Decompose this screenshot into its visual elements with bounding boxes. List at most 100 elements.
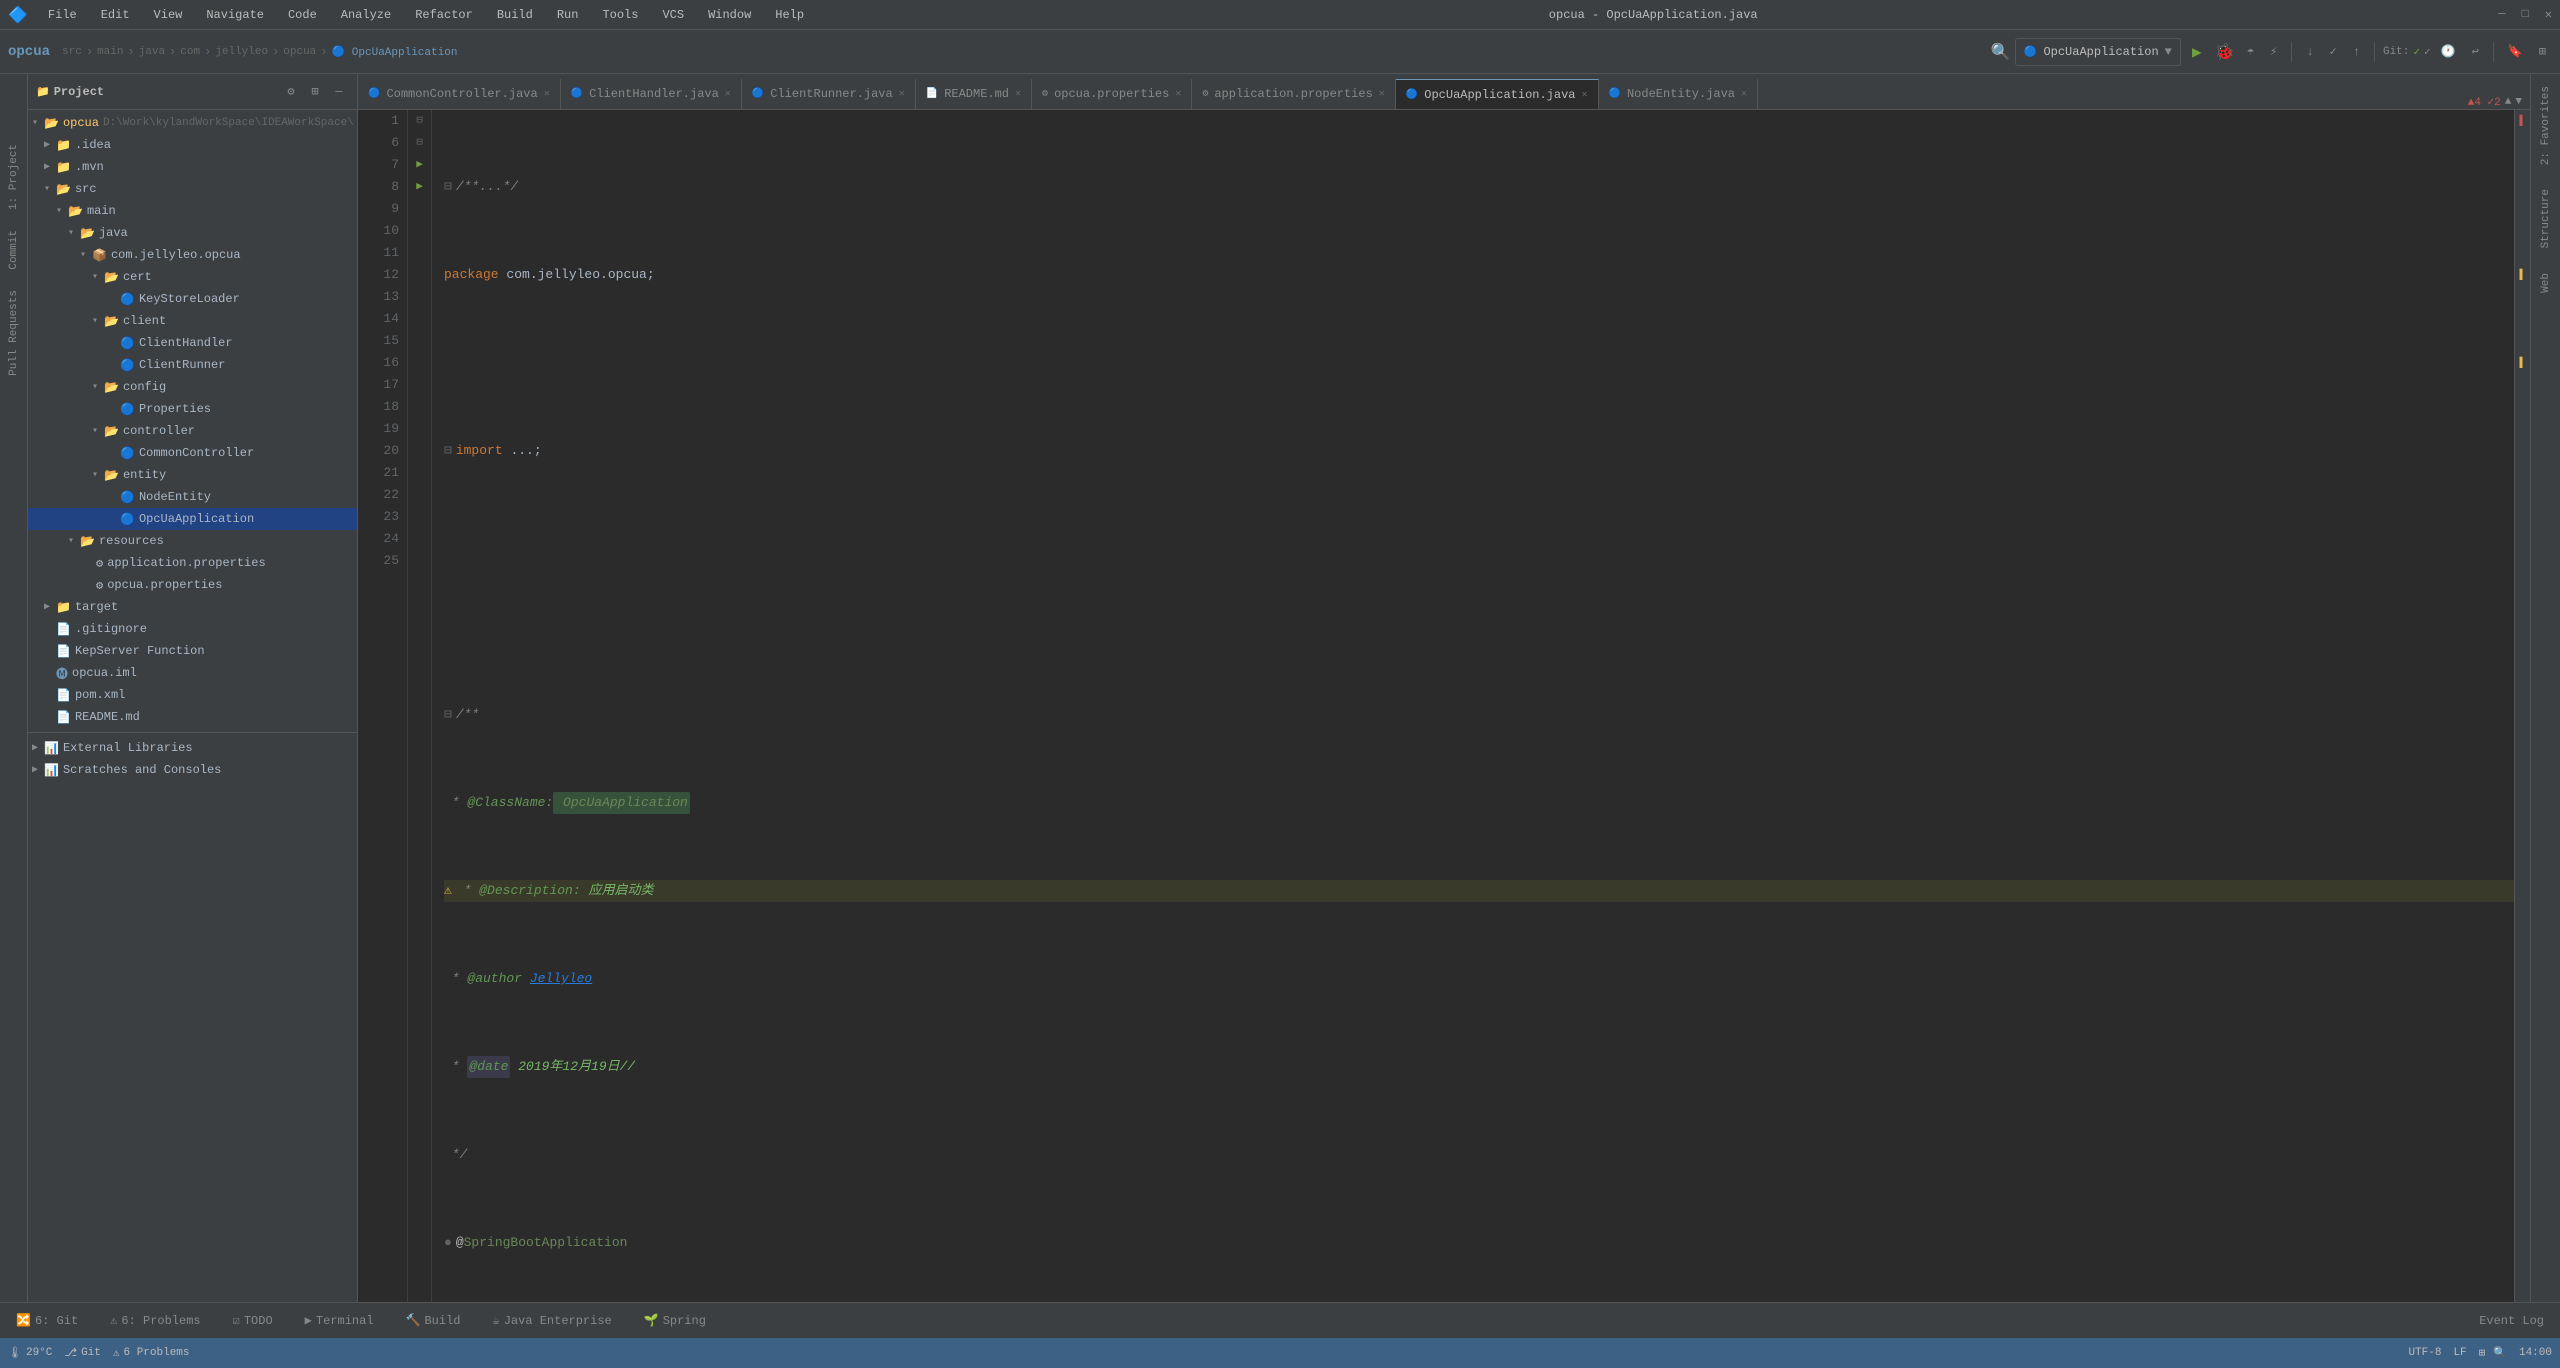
- right-tab-structure[interactable]: Structure: [2534, 177, 2558, 260]
- tree-entity[interactable]: ▾ 📂 entity: [28, 464, 357, 486]
- breadcrumb-src[interactable]: src: [62, 46, 82, 58]
- bookmark-button[interactable]: 🔖: [2502, 41, 2529, 62]
- tab-nodeentity[interactable]: 🔵 NodeEntity.java ✕: [1599, 79, 1759, 109]
- breadcrumb-current-file[interactable]: 🔵 OpcUaApplication: [332, 45, 458, 59]
- menu-code[interactable]: Code: [284, 6, 321, 24]
- sidebar-tab-commit[interactable]: Commit: [3, 220, 25, 280]
- tree-opcua-properties[interactable]: ▶ ⚙ opcua.properties: [28, 574, 357, 596]
- menu-analyze[interactable]: Analyze: [337, 6, 395, 24]
- panel-settings-icon[interactable]: ⚙: [281, 82, 301, 102]
- bottom-tab-git[interactable]: 🔀 6: Git: [8, 1309, 86, 1332]
- tree-mvn[interactable]: ▶ 📁 .mvn: [28, 156, 357, 178]
- tree-target[interactable]: ▶ 📁 target: [28, 596, 357, 618]
- vcs-commit-button[interactable]: ✓: [2324, 41, 2343, 62]
- tree-pkg[interactable]: ▾ 📦 com.jellyleo.opcua: [28, 244, 357, 266]
- tree-scratches[interactable]: ▶ 📊 Scratches and Consoles: [28, 759, 357, 781]
- breadcrumb-opcua[interactable]: opcua: [283, 46, 316, 58]
- tab-commoncontroller[interactable]: 🔵 CommonController.java ✕: [358, 79, 561, 109]
- bottom-tab-event-log[interactable]: Event Log: [2471, 1310, 2552, 1332]
- tree-app-properties[interactable]: ▶ ⚙ application.properties: [28, 552, 357, 574]
- history-button[interactable]: 🕐: [2435, 41, 2462, 62]
- status-encoding[interactable]: UTF-8: [2408, 1347, 2441, 1359]
- tab-opcua-props[interactable]: ⚙ opcua.properties ✕: [1032, 79, 1192, 109]
- bottom-tab-java-enterprise[interactable]: ☕ Java Enterprise: [484, 1309, 619, 1332]
- menu-help[interactable]: Help: [771, 6, 808, 24]
- menu-tools[interactable]: Tools: [598, 6, 642, 24]
- menu-window[interactable]: Window: [704, 6, 755, 24]
- tab-close-icon-5[interactable]: ✕: [1175, 88, 1181, 100]
- tree-main[interactable]: ▾ 📂 main: [28, 200, 357, 222]
- menu-navigate[interactable]: Navigate: [202, 6, 268, 24]
- menu-file[interactable]: File: [44, 6, 81, 24]
- tree-src[interactable]: ▾ 📂 src: [28, 178, 357, 200]
- tree-commoncontroller[interactable]: ▶ 🔵 CommonController: [28, 442, 357, 464]
- tree-readme[interactable]: ▶ 📄 README.md: [28, 706, 357, 728]
- bottom-tab-terminal[interactable]: ▶ Terminal: [297, 1309, 382, 1332]
- tab-close-icon-6[interactable]: ✕: [1379, 88, 1385, 100]
- tree-pom[interactable]: ▶ 📄 pom.xml: [28, 684, 357, 706]
- tree-properties[interactable]: ▶ 🔵 Properties: [28, 398, 357, 420]
- sidebar-tab-pull-requests[interactable]: Pull Requests: [3, 280, 25, 386]
- breadcrumb-com[interactable]: com: [180, 46, 200, 58]
- tree-clienthandler[interactable]: ▶ 🔵 ClientHandler: [28, 332, 357, 354]
- status-line-sep[interactable]: LF: [2453, 1347, 2466, 1359]
- close-icon[interactable]: ✕: [2545, 7, 2552, 22]
- tree-controller[interactable]: ▾ 📂 controller: [28, 420, 357, 442]
- right-tab-web[interactable]: Web: [2534, 261, 2558, 305]
- window-layout-button[interactable]: ⊞: [2533, 41, 2552, 62]
- vcs-update-button[interactable]: ↓: [2300, 42, 2319, 62]
- menu-build[interactable]: Build: [493, 6, 537, 24]
- status-git[interactable]: ⎇ Git: [64, 1346, 101, 1360]
- breadcrumb-java[interactable]: java: [139, 46, 165, 58]
- coverage-button[interactable]: ☂: [2241, 41, 2260, 62]
- bottom-tab-build[interactable]: 🔨 Build: [398, 1309, 469, 1332]
- status-problems[interactable]: ⚠ 6 Problems: [113, 1346, 190, 1360]
- panel-close-icon[interactable]: ─: [329, 82, 349, 102]
- menu-refactor[interactable]: Refactor: [411, 6, 477, 24]
- breadcrumb-jellyleo[interactable]: jellyleo: [215, 46, 268, 58]
- panel-layout-icon[interactable]: ⊞: [305, 82, 325, 102]
- tab-clienthandler[interactable]: 🔵 ClientHandler.java ✕: [561, 79, 742, 109]
- status-temp[interactable]: 🌡 29°C: [8, 1346, 52, 1360]
- tree-nodeentity[interactable]: ▶ 🔵 NodeEntity: [28, 486, 357, 508]
- maximize-icon[interactable]: □: [2522, 7, 2529, 22]
- vcs-push-button[interactable]: ↑: [2347, 42, 2366, 62]
- tab-opcuaapp[interactable]: 🔵 OpcUaApplication.java ✕: [1396, 79, 1599, 109]
- collapse-icon[interactable]: ▼: [2515, 96, 2522, 108]
- tree-config[interactable]: ▾ 📂 config: [28, 376, 357, 398]
- run-config-selector[interactable]: 🔵 OpcUaApplication ▼: [2015, 38, 2181, 66]
- bottom-tab-todo[interactable]: ☑ TODO: [225, 1309, 281, 1332]
- sidebar-tab-project[interactable]: 1: Project: [3, 134, 25, 220]
- breadcrumb-main[interactable]: main: [97, 46, 123, 58]
- error-indicator[interactable]: ▲4 ✓2 ▲ ▼: [2460, 95, 2530, 109]
- bottom-tab-spring[interactable]: 🌱 Spring: [636, 1309, 714, 1332]
- bottom-tab-problems[interactable]: ⚠ 6: Problems: [102, 1309, 208, 1332]
- menu-run[interactable]: Run: [553, 6, 583, 24]
- tree-idea[interactable]: ▶ 📁 .idea: [28, 134, 357, 156]
- menu-edit[interactable]: Edit: [97, 6, 134, 24]
- tree-external-libs[interactable]: ▶ 📊 External Libraries: [28, 737, 357, 759]
- tree-root[interactable]: ▾ 📂 opcua D:\Work\kylandWorkSpace\IDEAWo…: [28, 112, 357, 134]
- right-tab-favorites[interactable]: 2: Favorites: [2534, 74, 2558, 177]
- tree-gitignore[interactable]: ▶ 📄 .gitignore: [28, 618, 357, 640]
- tab-close-icon-7[interactable]: ✕: [1582, 89, 1588, 101]
- tab-close-icon-2[interactable]: ✕: [725, 88, 731, 100]
- tab-clientrunner[interactable]: 🔵 ClientRunner.java ✕: [742, 79, 916, 109]
- tab-close-icon-4[interactable]: ✕: [1015, 88, 1021, 100]
- tree-clientrunner[interactable]: ▶ 🔵 ClientRunner: [28, 354, 357, 376]
- search-everywhere-btn[interactable]: 🔍: [1991, 42, 2011, 62]
- tree-client[interactable]: ▾ 📂 client: [28, 310, 357, 332]
- rollback-button[interactable]: ↩: [2466, 41, 2485, 62]
- menu-view[interactable]: View: [150, 6, 187, 24]
- code-editor[interactable]: 1 6 7 8 9 10 11 12 13 14 15 16 17 18 19 …: [358, 110, 2530, 1302]
- tab-readme[interactable]: 📄 README.md ✕: [916, 79, 1032, 109]
- minimize-icon[interactable]: ─: [2498, 7, 2505, 22]
- tab-close-icon-3[interactable]: ✕: [899, 88, 905, 100]
- tree-opcuaapplication[interactable]: ▶ 🔵 OpcUaApplication: [28, 508, 357, 530]
- tree-kepserver[interactable]: ▶ 📄 KepServer Function: [28, 640, 357, 662]
- profile-button[interactable]: ⚡: [2264, 41, 2283, 62]
- menu-vcs[interactable]: VCS: [658, 6, 688, 24]
- tree-java[interactable]: ▾ 📂 java: [28, 222, 357, 244]
- tree-resources[interactable]: ▾ 📂 resources: [28, 530, 357, 552]
- tab-close-icon[interactable]: ✕: [544, 88, 550, 100]
